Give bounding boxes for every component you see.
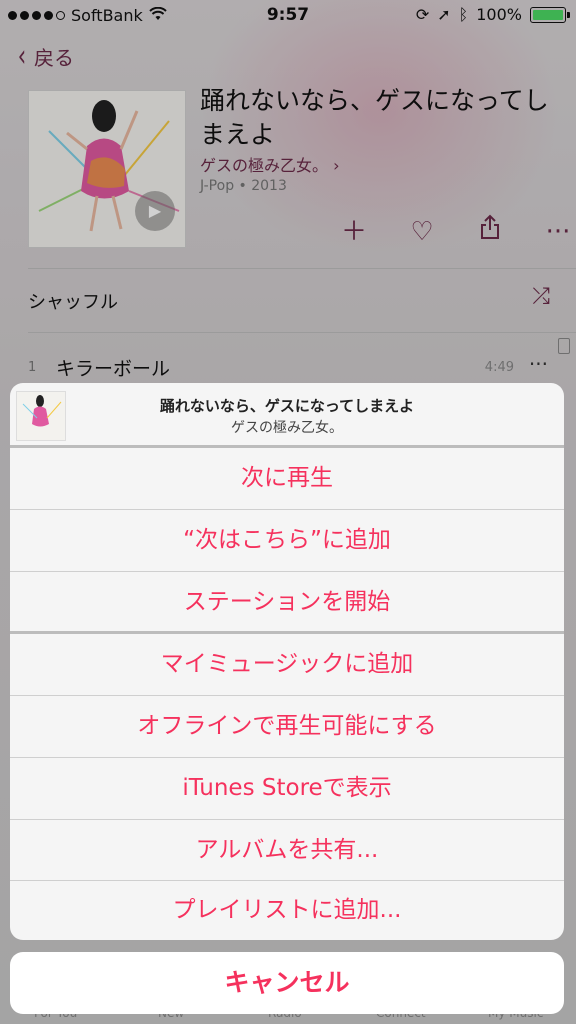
sheet-subtitle: ゲスの極み乙女。 [231,420,343,436]
sheet-title: 踊れないなら、ゲスになってしまえよ [159,397,415,415]
play-next-button[interactable]: 次に再生 [10,448,564,509]
add-to-my-music-button[interactable]: マイミュージックに追加 [10,634,564,695]
action-sheet-header: 踊れないなら、ゲスになってしまえよ ゲスの極み乙女。 [10,383,564,445]
add-to-playlist-button[interactable]: プレイリストに追加... [10,880,564,940]
action-sheet: 踊れないなら、ゲスになってしまえよ ゲスの極み乙女。 次に再生 “次はこちら”に… [10,383,564,940]
show-in-itunes-store-button[interactable]: iTunes Storeで表示 [10,758,564,819]
start-station-button[interactable]: ステーションを開始 [10,572,564,633]
cancel-button[interactable]: キャンセル [10,952,564,1014]
add-to-up-next-button[interactable]: “次はこちら”に追加 [10,510,564,571]
share-album-button[interactable]: アルバムを共有... [10,820,564,881]
make-available-offline-button[interactable]: オフラインで再生可能にする [10,696,564,757]
